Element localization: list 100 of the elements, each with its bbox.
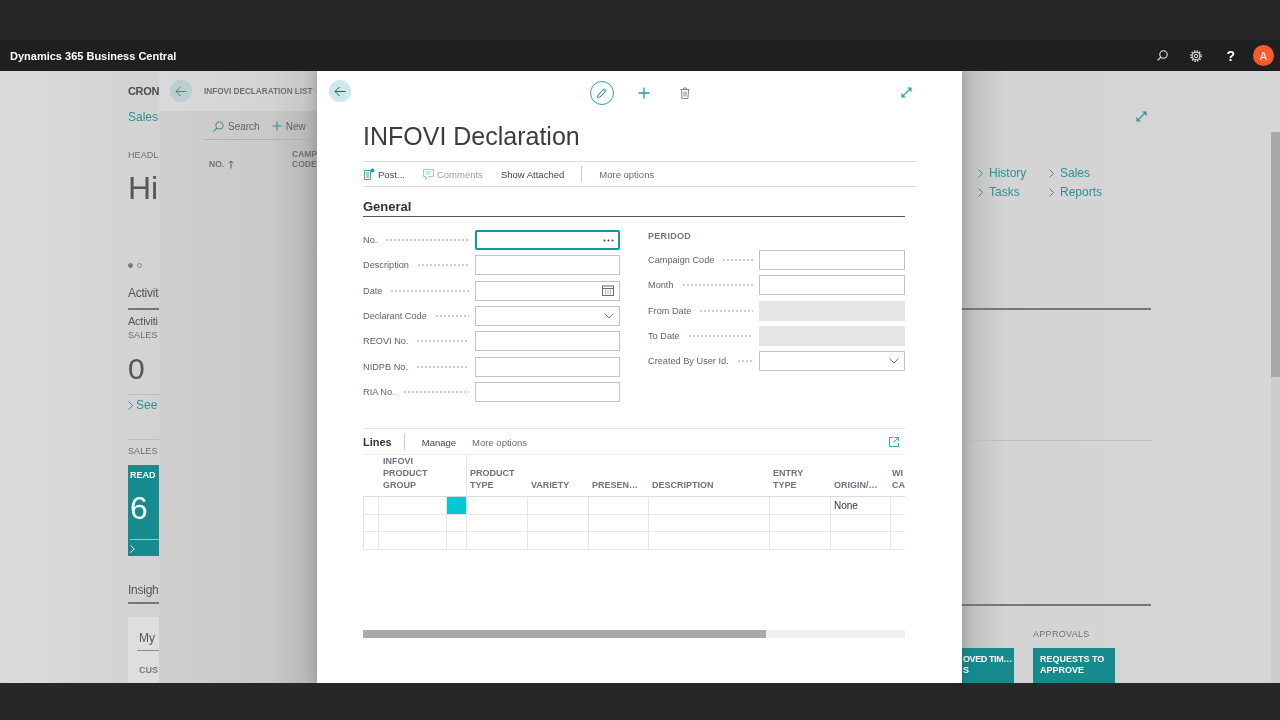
- carousel-dot-icon[interactable]: [128, 263, 133, 268]
- table-cell: [379, 514, 447, 533]
- chevron-right-icon: [128, 400, 133, 410]
- horizontal-scrollbar[interactable]: [363, 629, 905, 638]
- input-field[interactable]: [475, 230, 620, 250]
- user-avatar-button[interactable]: A: [1253, 45, 1274, 66]
- pivot-tab[interactable]: My: [139, 632, 155, 644]
- company-name: CRON: [128, 84, 159, 98]
- input-field[interactable]: [475, 356, 620, 377]
- tile-label: READ: [130, 471, 156, 480]
- settings-icon[interactable]: [1190, 49, 1203, 62]
- document-icon: [364, 168, 375, 180]
- table-cell: [363, 514, 379, 533]
- more-dots-icon[interactable]: [603, 238, 614, 242]
- column-header[interactable]: CAMP CODE: [292, 149, 317, 169]
- more-options-button[interactable]: More options: [599, 168, 655, 180]
- expand-icon[interactable]: [901, 87, 912, 98]
- table-cell: [831, 532, 891, 550]
- field-label: Description: [363, 260, 409, 271]
- group-title: Activiti: [128, 315, 158, 327]
- nav-link[interactable]: Sales: [1049, 167, 1091, 179]
- column-header[interactable]: DESCRIPTION: [649, 455, 770, 498]
- page-title: INFOVI DECLARATION LIST: [204, 86, 313, 96]
- back-button[interactable]: [329, 80, 351, 102]
- cue-tile[interactable]: REQUESTS TO APPROVE: [1033, 648, 1115, 683]
- input-field[interactable]: [759, 250, 905, 270]
- table-cell: [589, 532, 649, 550]
- table-cell: [467, 514, 528, 533]
- table-cell: [379, 532, 447, 550]
- headline-text: Hi: [128, 171, 159, 205]
- cue-caption: APPROVALS: [1033, 630, 1090, 639]
- cue-caption: SALES: [128, 447, 158, 456]
- calendar-icon[interactable]: [602, 285, 614, 297]
- tile-value: 6: [130, 492, 148, 524]
- column-header[interactable]: ORIGIN/…: [831, 455, 891, 498]
- table-cell: [528, 532, 589, 550]
- field-label: Campaign Code: [648, 255, 715, 265]
- action-button[interactable]: Manage: [421, 436, 457, 448]
- input-field[interactable]: [475, 280, 620, 301]
- table-cell: [528, 514, 589, 533]
- chevron-down-icon[interactable]: [604, 313, 614, 319]
- column-header[interactable]: NO.: [209, 159, 292, 169]
- column-header[interactable]: WI CA: [891, 455, 905, 498]
- group-title: PERIDOD: [648, 231, 692, 241]
- nav-link[interactable]: History: [978, 167, 1027, 179]
- plus-icon: [271, 121, 282, 131]
- cue-tile[interactable]: OVED TIM… S: [962, 648, 1014, 683]
- pencil-icon: [596, 87, 608, 99]
- back-button[interactable]: [170, 80, 192, 102]
- see-more-link[interactable]: See: [128, 399, 158, 411]
- input-field[interactable]: [475, 381, 620, 402]
- dialog-title: INFOVI Declaration: [363, 122, 580, 150]
- input-field[interactable]: [759, 351, 905, 372]
- table-cell: [467, 532, 528, 550]
- role-link[interactable]: Sales: [128, 111, 159, 123]
- table-cell: [770, 532, 831, 550]
- action-button[interactable]: Show Attached: [500, 168, 565, 180]
- column-header[interactable]: PRESEN…: [589, 455, 649, 498]
- input-field[interactable]: [759, 275, 905, 296]
- table-cell[interactable]: [447, 497, 467, 515]
- field-label: Declarant Code: [363, 311, 427, 321]
- field-label: From Date: [648, 305, 692, 316]
- field-label: RIA No.: [363, 386, 395, 397]
- chevron-right-icon: [130, 545, 135, 553]
- help-button[interactable]: ?: [1226, 47, 1235, 64]
- column-header[interactable]: PRODUCT TYPE: [467, 455, 528, 498]
- column-header[interactable]: ENTRY TYPE: [770, 455, 831, 498]
- vertical-scrollbar[interactable]: [1271, 132, 1280, 683]
- search-icon[interactable]: [1157, 50, 1169, 61]
- table-cell: [363, 532, 379, 550]
- field-label: Created By User Id.: [648, 356, 729, 367]
- section-title: Activit: [128, 286, 159, 300]
- edit-button[interactable]: [590, 81, 614, 105]
- new-button[interactable]: New: [271, 120, 306, 132]
- nav-link[interactable]: Reports: [1049, 186, 1103, 198]
- field-label: Month: [648, 280, 674, 291]
- field-label: NIDPB No.: [363, 361, 408, 372]
- table-cell: None: [831, 497, 891, 515]
- plus-icon[interactable]: [638, 87, 650, 99]
- more-options-button[interactable]: More options: [472, 436, 527, 448]
- cue-tile[interactable]: READ 6: [128, 465, 159, 556]
- section-header[interactable]: General: [363, 199, 905, 217]
- column-header[interactable]: VARIETY: [528, 455, 589, 498]
- search-button[interactable]: Search: [213, 120, 260, 132]
- arrow-left-icon: [334, 85, 346, 97]
- trash-icon[interactable]: [680, 87, 690, 99]
- input-field[interactable]: [475, 306, 620, 326]
- table-cell[interactable]: [447, 532, 467, 550]
- table-cell[interactable]: [447, 514, 467, 533]
- cue-value: 0: [128, 354, 145, 384]
- expand-icon[interactable]: [1136, 111, 1147, 122]
- cue-caption: SALES: [128, 331, 158, 340]
- external-link-icon[interactable]: [889, 437, 899, 448]
- input-field[interactable]: [475, 331, 620, 352]
- chevron-down-icon[interactable]: [889, 358, 899, 365]
- post-button[interactable]: Post...: [364, 168, 405, 180]
- comment-icon: [422, 168, 434, 180]
- input-field[interactable]: [475, 255, 620, 276]
- nav-link[interactable]: Tasks: [978, 186, 1020, 198]
- headline-caption: HEADL: [128, 151, 159, 160]
